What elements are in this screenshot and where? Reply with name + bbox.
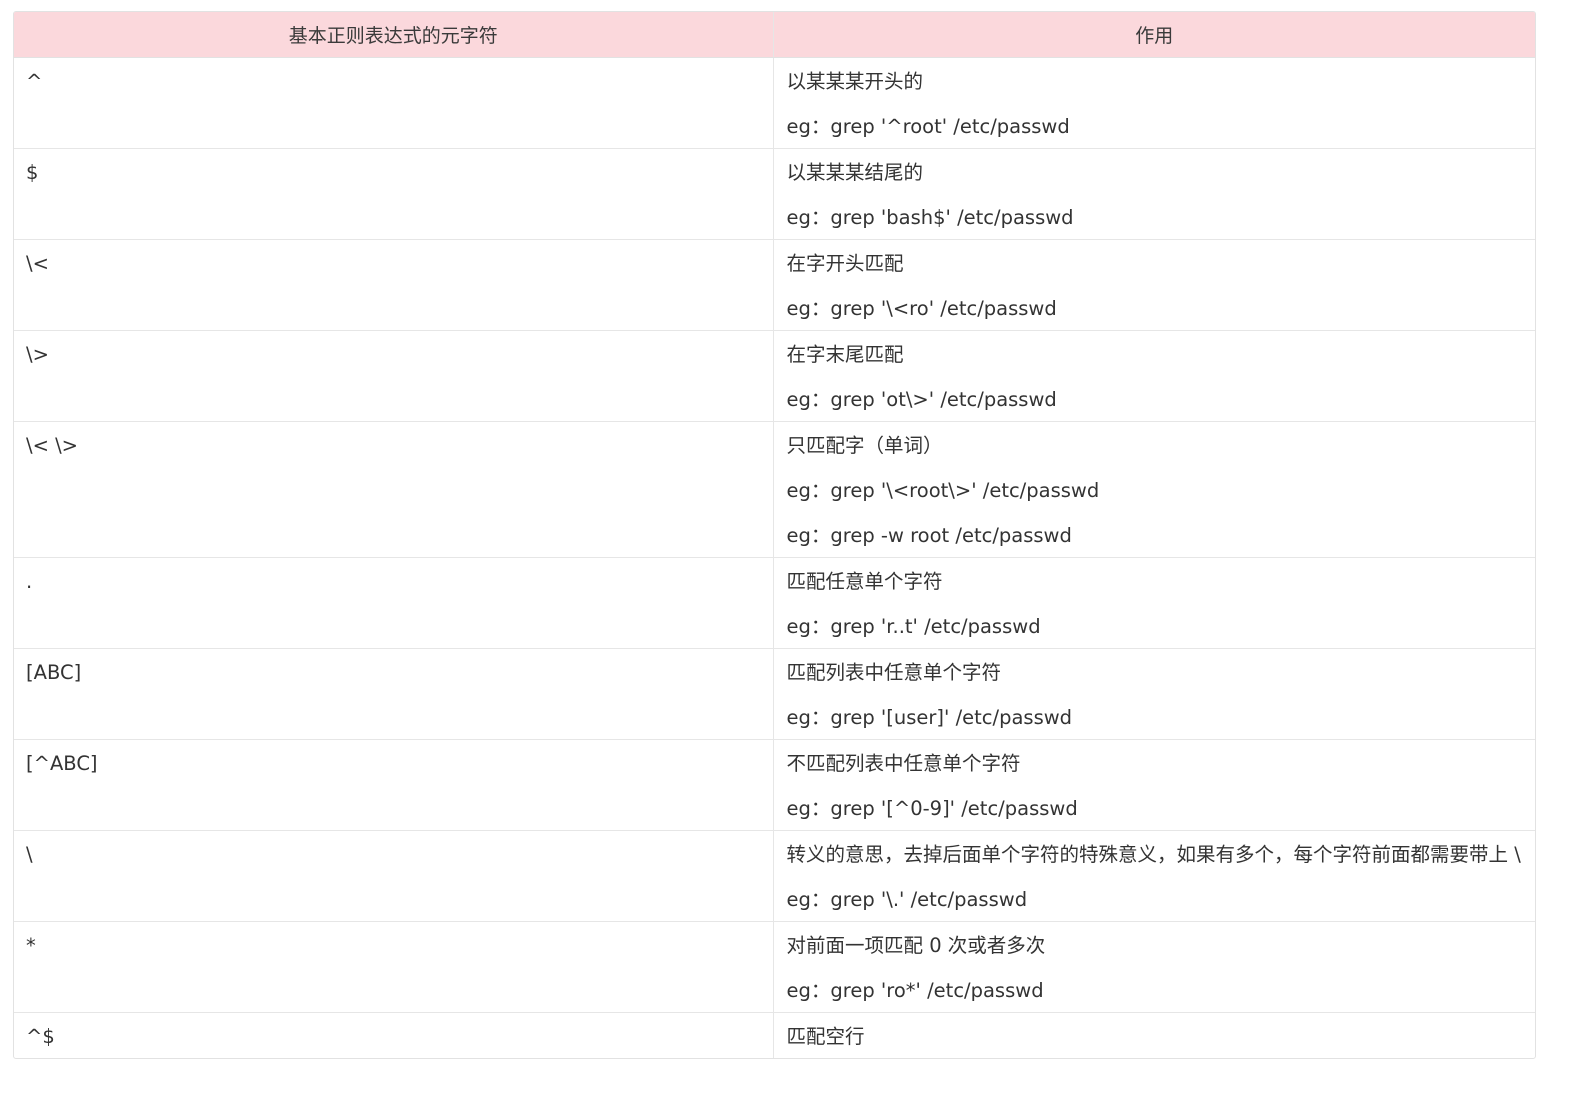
metachar-cell: ^$	[14, 1012, 774, 1058]
table-row: $ 以某某某结尾的 eg：grep 'bash$' /etc/passwd	[14, 148, 1535, 240]
function-cell: 匹配空行	[773, 1013, 1535, 1059]
table-row: [ABC] 匹配列表中任意单个字符 eg：grep '[user]' /etc/…	[14, 648, 1535, 740]
metachar-cell: .	[14, 557, 774, 649]
description-text: 在字开头匹配	[786, 252, 904, 275]
description-text: 不匹配列表中任意单个字符	[786, 752, 1021, 775]
description-text: 以某某某结尾的	[786, 161, 924, 184]
header-metachar: 基本正则表达式的元字符	[14, 12, 774, 58]
function-cell: 转义的意思，去掉后面单个字符的特殊意义，如果有多个，每个字符前面都需要带上 \ …	[773, 830, 1535, 922]
table-row: \< 在字开头匹配 eg：grep '\<ro' /etc/passwd	[14, 239, 1535, 331]
description-text: 匹配列表中任意单个字符	[786, 661, 1002, 684]
function-cell: 以某某某结尾的 eg：grep 'bash$' /etc/passwd	[773, 148, 1535, 240]
example-text: eg：grep 'ot\>' /etc/passwd	[786, 388, 1057, 411]
table-row: ^ 以某某某开头的 eg：grep '^root' /etc/passwd	[14, 57, 1535, 149]
metachar-cell: [ABC]	[14, 648, 774, 740]
example-text: eg：grep '[user]' /etc/passwd	[786, 706, 1073, 729]
table-row: * 对前面一项匹配 0 次或者多次 eg：grep 'ro*' /etc/pas…	[14, 921, 1535, 1013]
metachar-cell: [^ABC]	[14, 739, 774, 831]
metachar-cell: $	[14, 148, 774, 240]
function-cell: 匹配列表中任意单个字符 eg：grep '[user]' /etc/passwd	[773, 648, 1535, 740]
table-row: \> 在字末尾匹配 eg：grep 'ot\>' /etc/passwd	[14, 330, 1535, 422]
header-row: 基本正则表达式的元字符 作用	[14, 12, 1535, 58]
metachar-cell: \<	[14, 239, 774, 331]
function-cell: 在字末尾匹配 eg：grep 'ot\>' /etc/passwd	[773, 330, 1535, 422]
function-cell: 对前面一项匹配 0 次或者多次 eg：grep 'ro*' /etc/passw…	[773, 921, 1535, 1013]
metachar-cell: ^	[14, 57, 774, 149]
table-body: ^ 以某某某开头的 eg：grep '^root' /etc/passwd $ …	[14, 57, 1535, 1059]
table-row: [^ABC] 不匹配列表中任意单个字符 eg：grep '[^0-9]' /et…	[14, 739, 1535, 831]
example-text: eg：grep '\<root\>' /etc/passwd	[786, 479, 1100, 502]
example-text: eg：grep '[^0-9]' /etc/passwd	[786, 797, 1078, 820]
table-header: 基本正则表达式的元字符 作用	[14, 12, 1535, 58]
example-text: eg：grep 'r..t' /etc/passwd	[786, 615, 1041, 638]
example-text: eg：grep 'ro*' /etc/passwd	[786, 979, 1044, 1002]
function-cell: 以某某某开头的 eg：grep '^root' /etc/passwd	[773, 57, 1535, 149]
example-text: eg：grep -w root /etc/passwd	[786, 524, 1072, 547]
example-text: eg：grep '\.' /etc/passwd	[786, 888, 1028, 911]
table-row: . 匹配任意单个字符 eg：grep 'r..t' /etc/passwd	[14, 557, 1535, 649]
table-row: ^$ 匹配空行	[14, 1012, 1535, 1059]
table-row: \< \> 只匹配字（单词） eg：grep '\<root\>' /etc/p…	[14, 421, 1535, 558]
function-cell: 只匹配字（单词） eg：grep '\<root\>' /etc/passwd …	[773, 421, 1535, 558]
description-text: 转义的意思，去掉后面单个字符的特殊意义，如果有多个，每个字符前面都需要带上 \	[786, 843, 1521, 866]
description-text: 匹配任意单个字符	[786, 570, 943, 593]
description-text: 以某某某开头的	[786, 70, 924, 93]
example-text: eg：grep 'bash$' /etc/passwd	[786, 206, 1074, 229]
metachar-cell: \< \>	[14, 421, 774, 558]
example-text: eg：grep '^root' /etc/passwd	[786, 115, 1070, 138]
metachar-cell: \	[14, 830, 774, 922]
description-text: 只匹配字（单词）	[786, 434, 943, 457]
regex-metachar-table: 基本正则表达式的元字符 作用 ^ 以某某某开头的 eg：grep '^root'…	[13, 11, 1536, 1059]
table: 基本正则表达式的元字符 作用 ^ 以某某某开头的 eg：grep '^root'…	[14, 12, 1535, 1058]
description-text: 匹配空行	[786, 1025, 865, 1048]
function-cell: 不匹配列表中任意单个字符 eg：grep '[^0-9]' /etc/passw…	[773, 739, 1535, 831]
description-text: 在字末尾匹配	[786, 343, 904, 366]
header-function: 作用	[773, 12, 1535, 58]
function-cell: 匹配任意单个字符 eg：grep 'r..t' /etc/passwd	[773, 557, 1535, 649]
example-text: eg：grep '\<ro' /etc/passwd	[786, 297, 1057, 320]
metachar-cell: *	[14, 921, 774, 1013]
function-cell: 在字开头匹配 eg：grep '\<ro' /etc/passwd	[773, 239, 1535, 331]
metachar-cell: \>	[14, 330, 774, 422]
description-text: 对前面一项匹配 0 次或者多次	[786, 934, 1046, 957]
table-row: \ 转义的意思，去掉后面单个字符的特殊意义，如果有多个，每个字符前面都需要带上 …	[14, 830, 1535, 922]
